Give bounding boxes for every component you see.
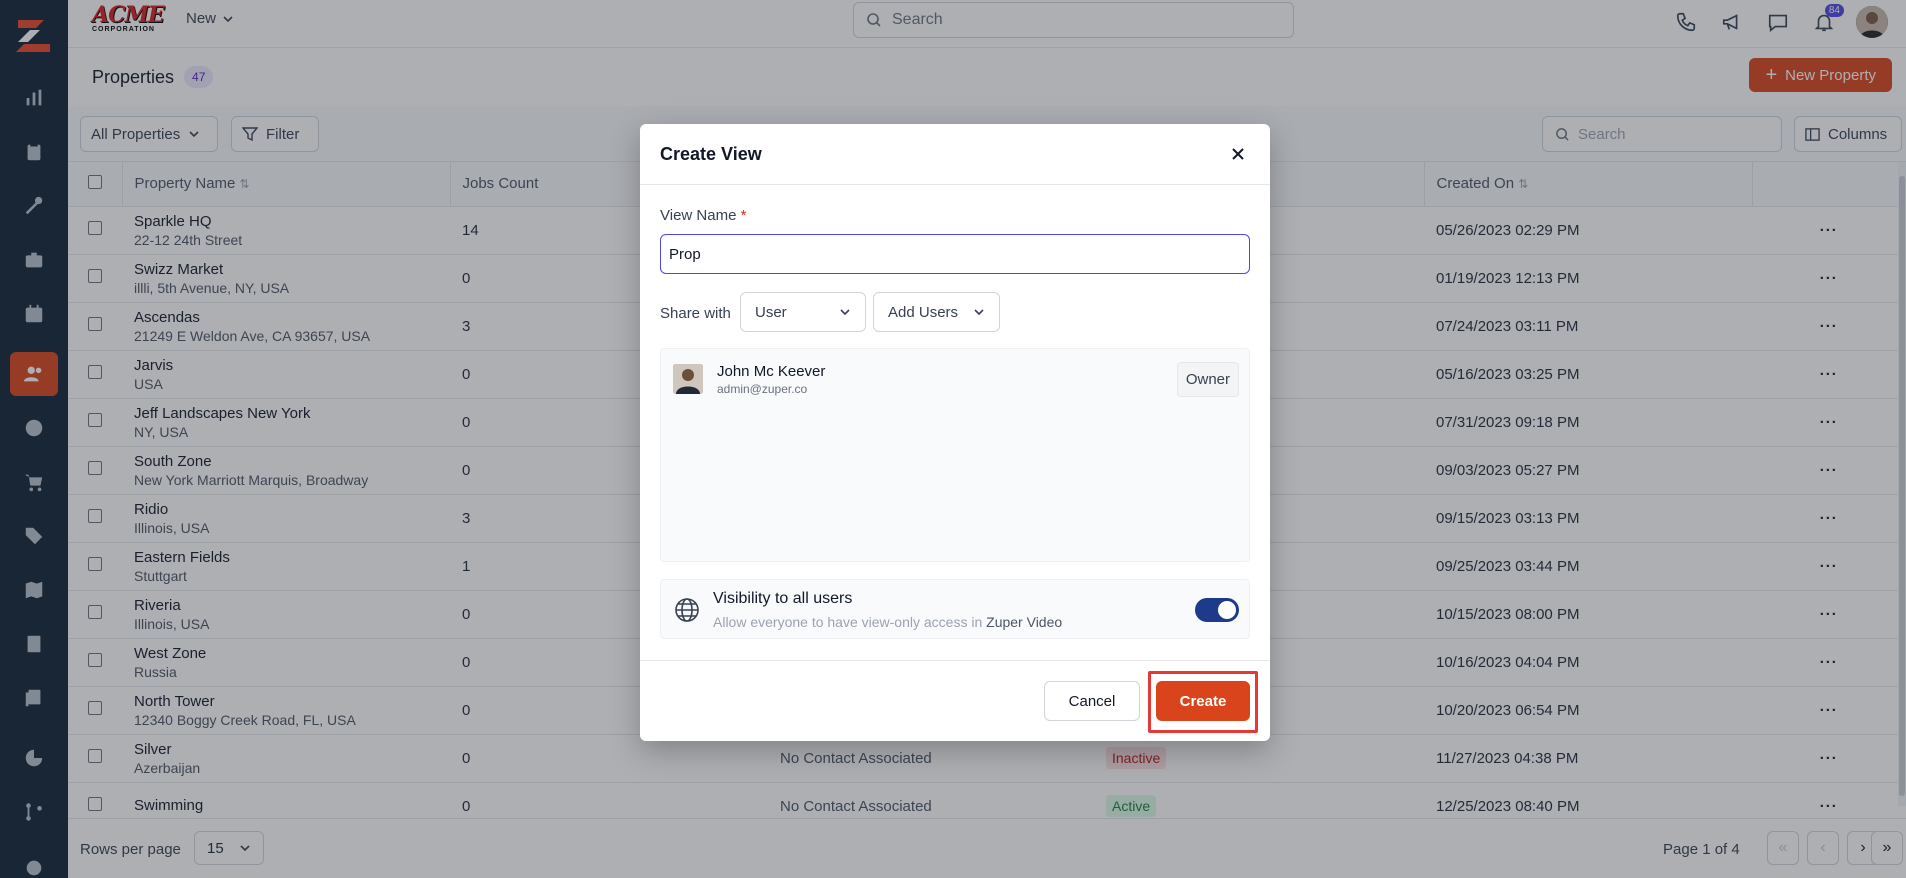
cancel-label: Cancel xyxy=(1068,692,1116,710)
view-name-label-text: View Name xyxy=(660,207,737,224)
create-label: Create xyxy=(1179,692,1227,710)
add-users-label: Add Users xyxy=(888,303,959,321)
close-icon xyxy=(1232,148,1244,160)
visibility-title: Visibility to all users xyxy=(713,590,853,607)
create-button[interactable]: Create xyxy=(1156,681,1250,721)
share-with-label: Share with xyxy=(660,305,731,322)
visibility-description-text: Allow everyone to have view-only access … xyxy=(713,614,983,630)
chevron-down-icon xyxy=(840,309,850,316)
close-button[interactable] xyxy=(1226,142,1250,166)
visibility-description: Allow everyone to have view-only access … xyxy=(713,614,1062,630)
modal-footer: Cancel Create xyxy=(640,660,1270,741)
visibility-setting: Visibility to all users Allow everyone t… xyxy=(660,579,1250,639)
chevron-down-icon xyxy=(974,309,984,316)
add-users-select[interactable]: Add Users xyxy=(873,292,1000,332)
required-mark: * xyxy=(740,207,747,224)
share-with-value: User xyxy=(755,303,787,321)
owner-badge: Owner xyxy=(1176,361,1239,397)
globe-icon xyxy=(673,596,701,624)
create-view-modal: Create View View Name * Share with User … xyxy=(640,124,1270,741)
view-name-label: View Name * xyxy=(660,207,746,224)
shared-user-name: John Mc Keever xyxy=(717,362,826,380)
share-with-select[interactable]: User xyxy=(740,292,866,332)
shared-user-avatar xyxy=(673,364,703,394)
toggle-knob xyxy=(1218,601,1236,619)
shared-user-row: John Mc Keever admin@zuper.co Owner xyxy=(673,359,1239,399)
modal-header: Create View xyxy=(640,124,1270,185)
visibility-toggle[interactable] xyxy=(1195,598,1239,622)
view-name-input[interactable] xyxy=(660,234,1250,274)
shared-users-list: John Mc Keever admin@zuper.co Owner xyxy=(660,348,1250,562)
cancel-button[interactable]: Cancel xyxy=(1044,681,1140,721)
shared-user-email: admin@zuper.co xyxy=(717,381,808,396)
visibility-app-name: Zuper Video xyxy=(986,614,1063,630)
modal-title: Create View xyxy=(660,143,762,164)
